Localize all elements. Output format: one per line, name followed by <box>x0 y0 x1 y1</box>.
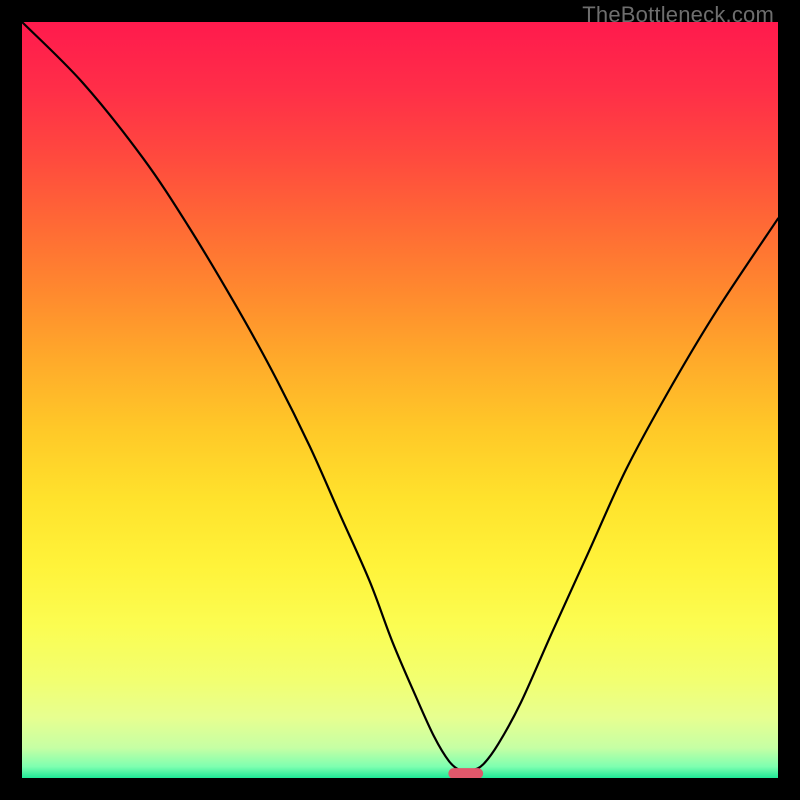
optimal-marker <box>448 768 483 778</box>
watermark-text: TheBottleneck.com <box>582 2 774 28</box>
plot-area <box>22 22 778 778</box>
chart-svg <box>22 22 778 778</box>
chart-frame: TheBottleneck.com <box>0 0 800 800</box>
